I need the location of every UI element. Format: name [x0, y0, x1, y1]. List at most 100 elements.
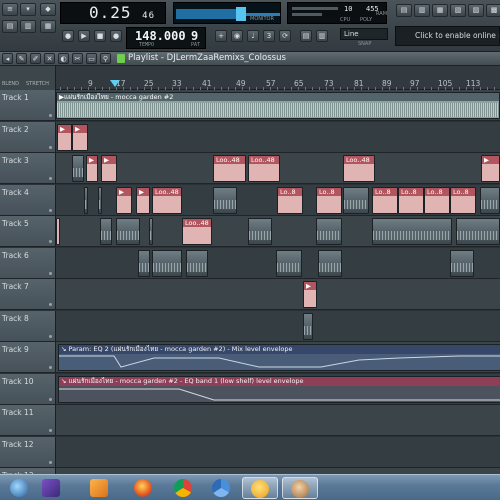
pattern-clip[interactable]: Loo..48 — [343, 155, 375, 182]
playlist-shortcut-button[interactable]: ▤ — [300, 30, 312, 42]
view-button[interactable]: ▤ — [2, 20, 18, 33]
taskbar-app-button[interactable] — [282, 477, 318, 499]
pattern-clip[interactable] — [186, 250, 208, 277]
select-tool-button[interactable]: ▭ — [86, 53, 97, 64]
pattern-clip[interactable]: Lo..8 — [372, 187, 398, 214]
playlist-titlebar[interactable]: ◂ ✎ ✐ ✕ ◐ ✂ ▭ ⚲ Playlist - DJLermZaaRemi… — [0, 52, 500, 66]
pattern-clip[interactable] — [450, 250, 474, 277]
pattern-clip[interactable]: ▶ — [116, 187, 132, 214]
pattern-clip[interactable]: Loo..48 — [213, 155, 246, 182]
track-lane[interactable]: ↘ Param: EQ 2 (แผ่นรักเมืองไทย - mocca g… — [56, 342, 500, 373]
track-header[interactable]: Track 2 — [0, 122, 56, 153]
pattern-clip[interactable]: ▶แผ่นรักเมืองไทย - mocca garden #2 — [56, 92, 500, 119]
playlist-menu-button[interactable]: ◂ — [2, 53, 13, 64]
track-header[interactable]: Track 10 — [0, 374, 56, 405]
track-lane[interactable]: Loo..48 — [56, 216, 500, 247]
pattern-clip[interactable]: ▶ — [136, 187, 150, 214]
mixer-button[interactable]: ▥ — [20, 20, 36, 33]
pattern-clip[interactable]: ▶ — [72, 124, 88, 151]
track-lane[interactable]: ▶ — [56, 279, 500, 310]
track-lane[interactable] — [56, 437, 500, 468]
track-header[interactable]: Track 8 — [0, 311, 56, 342]
delete-tool-button[interactable]: ✕ — [44, 53, 55, 64]
blend-notes-button[interactable]: ◉ — [231, 30, 243, 42]
pattern-clip[interactable]: Loo..48 — [182, 218, 212, 245]
track-mute-led[interactable] — [49, 429, 52, 432]
pattern-clip[interactable]: Lo..8 — [316, 187, 342, 214]
pattern-clip[interactable]: ▶ — [481, 155, 500, 182]
taskbar-app-button[interactable] — [34, 477, 64, 499]
pattern-clip[interactable]: Lo..8 — [398, 187, 424, 214]
snap-select[interactable]: Line — [340, 28, 388, 40]
pattern-clip[interactable] — [343, 187, 369, 214]
tempo-display[interactable]: 148.000 TEMPO 9 PAT — [126, 27, 206, 49]
piano-button[interactable]: ▦ — [40, 20, 56, 33]
taskbar-app-button[interactable] — [166, 477, 196, 499]
mute-tool-button[interactable]: ◐ — [58, 53, 69, 64]
envelope-line[interactable] — [59, 355, 500, 368]
track-lane[interactable] — [56, 405, 500, 436]
pattern-clip[interactable] — [98, 187, 102, 214]
automation-clip[interactable]: ↘ Param: EQ 2 (แผ่นรักเมืองไทย - mocca g… — [58, 344, 500, 371]
envelope-line[interactable] — [59, 388, 500, 401]
loop-record-button[interactable]: ⟳ — [279, 30, 291, 42]
start-button[interactable] — [2, 477, 36, 499]
browser-window-button[interactable]: ▧ — [450, 4, 466, 17]
track-lane[interactable] — [56, 311, 500, 342]
track-mute-led[interactable] — [49, 114, 52, 117]
track-lane[interactable]: ▶ ▶ Loo..48 Loo..48 Loo..48 ▶ — [56, 153, 500, 184]
track-mute-led[interactable] — [49, 303, 52, 306]
pattern-clip[interactable] — [276, 250, 302, 277]
track-lane[interactable]: ▶ ▶ Loo..48 Lo..8 Lo..8 Lo..8 Lo..8 Lo..8 Lo..8 — [56, 185, 500, 216]
snap-tool-button[interactable]: ✎ — [16, 53, 27, 64]
main-menu-button[interactable]: ▾ — [20, 3, 36, 16]
taskbar-app-button[interactable] — [82, 477, 112, 499]
track-header[interactable]: Track 1 — [0, 90, 56, 121]
taskbar-app-button[interactable] — [204, 477, 234, 499]
song-position-display[interactable]: 0.25 46 — [60, 2, 166, 24]
pattern-clip[interactable] — [456, 218, 500, 245]
track-mute-led[interactable] — [49, 272, 52, 275]
pattern-clip[interactable] — [56, 218, 60, 245]
track-mute-led[interactable] — [49, 366, 52, 369]
track-header[interactable]: Track 11 — [0, 405, 56, 436]
track-mute-led[interactable] — [49, 398, 52, 401]
track-mute-led[interactable] — [49, 209, 52, 212]
taskbar-app-button[interactable] — [242, 477, 278, 499]
track-header[interactable]: Track 7 — [0, 279, 56, 310]
step-sequencer-window-button[interactable]: ▥ — [414, 4, 430, 17]
step-edit-button[interactable]: + — [215, 30, 227, 42]
pattern-clip[interactable] — [213, 187, 237, 214]
paint-tool-button[interactable]: ✐ — [30, 53, 41, 64]
track-lane[interactable]: ▶ ▶ — [56, 122, 500, 153]
ping-button[interactable]: ◆ — [40, 3, 56, 16]
pattern-clip[interactable]: Loo..48 — [152, 187, 182, 214]
pattern-clip[interactable] — [372, 218, 452, 245]
track-lane[interactable] — [56, 248, 500, 279]
pattern-clip[interactable] — [72, 155, 84, 182]
automation-clip[interactable]: ↘ แผ่นรักเมืองไทย - mocca garden #2 - EQ… — [58, 376, 500, 403]
track-lane[interactable]: ▶แผ่นรักเมืองไทย - mocca garden #2 — [56, 90, 500, 121]
track-header[interactable]: Track 5 — [0, 216, 56, 247]
pattern-clip[interactable] — [248, 218, 272, 245]
track-header[interactable]: Track 9 — [0, 342, 56, 373]
pattern-clip[interactable] — [116, 218, 140, 245]
stop-button[interactable]: ■ — [94, 30, 106, 42]
online-news-bar[interactable]: Click to enable online news — [395, 26, 500, 46]
track-mute-led[interactable] — [49, 240, 52, 243]
slice-tool-button[interactable]: ✂ — [72, 53, 83, 64]
pattern-clip[interactable]: ▶ — [303, 281, 317, 308]
timeline-ruler[interactable]: 9 17 25 33 41 49 57 65 73 81 89 97 105 113 — [56, 66, 500, 90]
pattern-clip[interactable] — [303, 313, 313, 340]
pattern-clip[interactable] — [316, 218, 342, 245]
mixer-window-button[interactable]: ▨ — [468, 4, 484, 17]
track-mute-led[interactable] — [49, 335, 52, 338]
track-lane[interactable]: ↘ แผ่นรักเมืองไทย - mocca garden #2 - EQ… — [56, 374, 500, 405]
channel-rack-shortcut-button[interactable]: ▥ — [316, 30, 328, 42]
track-header[interactable]: Track 6 — [0, 248, 56, 279]
pattern-clip[interactable]: Lo..8 — [450, 187, 476, 214]
pattern-clip[interactable]: ▶ — [57, 124, 72, 151]
track-mute-led[interactable] — [49, 177, 52, 180]
metronome-button[interactable]: ♩ — [247, 30, 259, 42]
pattern-clip[interactable] — [84, 187, 88, 214]
